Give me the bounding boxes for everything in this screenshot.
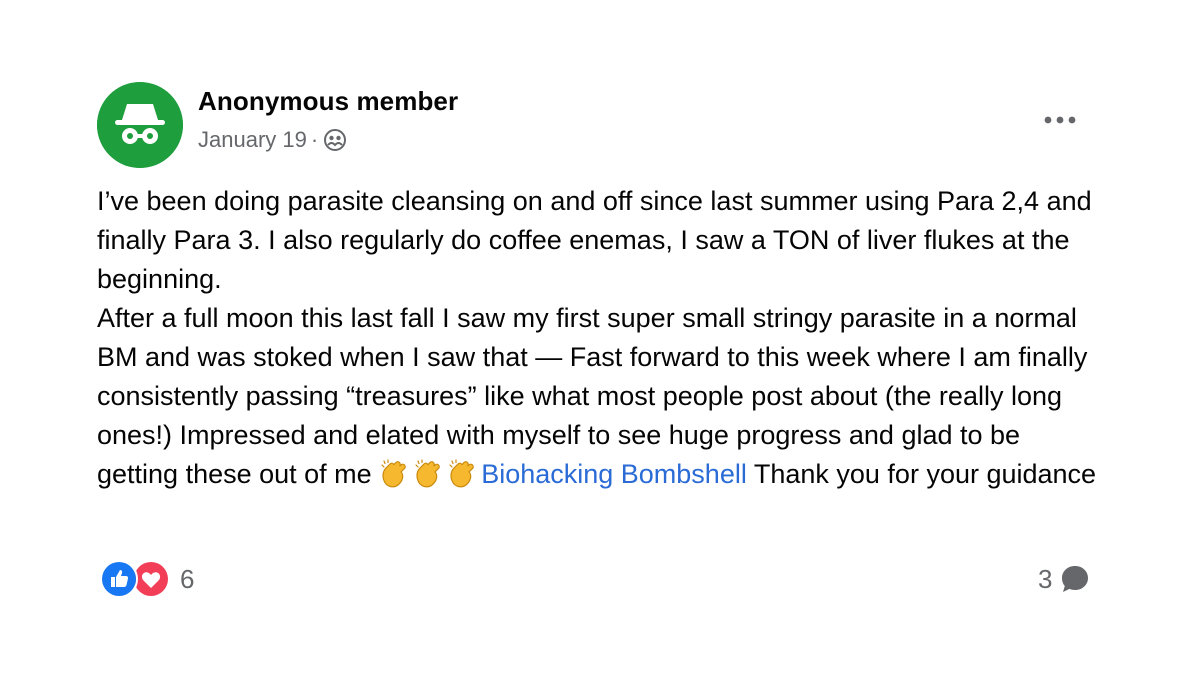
reactions-summary[interactable]: 6 [100,560,194,598]
clapping-hands-icon [447,458,477,488]
comment-count: 3 [1038,563,1053,594]
post-meta: January 19 · [198,127,347,153]
post-date[interactable]: January 19 [198,127,307,153]
comments-summary[interactable]: 3 [1038,562,1092,596]
reaction-count: 6 [180,563,195,594]
more-options-icon[interactable] [1038,106,1082,134]
post-paragraph-2-end: Thank you for your guidance [746,459,1097,489]
post-body: I’ve been doing parasite cleansing on an… [97,182,1097,494]
post-paragraph-2: After a full moon this last fall I saw m… [97,299,1097,494]
clapping-hands-icon [379,458,409,488]
group-icon [323,128,347,152]
date-separator: · [310,127,319,152]
comment-icon [1058,562,1092,596]
post-card: Anonymous member January 19 · I’ve been … [0,0,1200,676]
clapping-hands-icon [413,458,443,488]
avatar[interactable] [97,82,183,168]
anonymous-incognito-icon [97,82,183,168]
like-icon [100,560,138,598]
author-name[interactable]: Anonymous member [198,86,458,117]
mention-link[interactable]: Biohacking Bombshell [481,459,747,489]
post-paragraph-1: I’ve been doing parasite cleansing on an… [97,186,1092,294]
